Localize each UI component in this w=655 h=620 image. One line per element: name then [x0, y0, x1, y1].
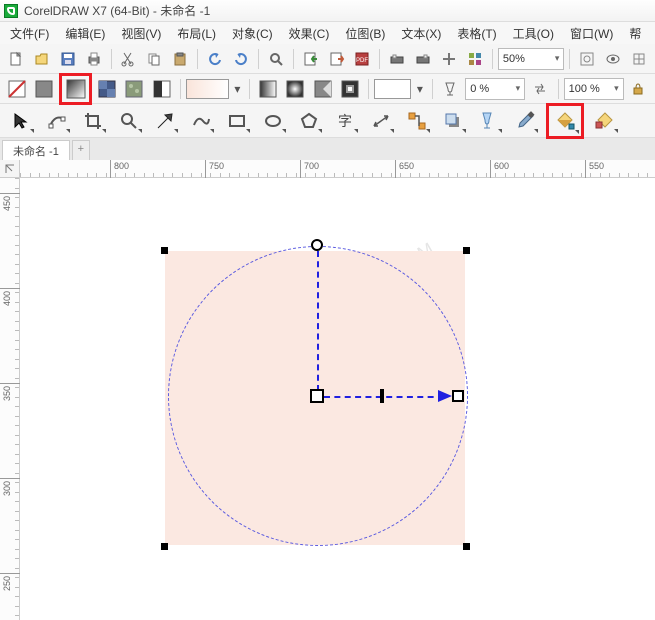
menu-table[interactable]: 表格(T)	[451, 23, 502, 44]
grad-radial-button[interactable]	[283, 77, 308, 101]
wine-glass-icon	[438, 77, 463, 101]
sel-handle-tl[interactable]	[161, 247, 168, 254]
menu-edit[interactable]: 编辑(E)	[59, 23, 111, 44]
sel-handle-br[interactable]	[463, 543, 470, 550]
snap2-button[interactable]	[411, 47, 435, 71]
copy-button[interactable]	[142, 47, 166, 71]
zoom-tool[interactable]	[114, 107, 144, 135]
toolbox: 字	[0, 104, 655, 138]
menu-view[interactable]: 视图(V)	[115, 23, 167, 44]
lock-icon[interactable]	[626, 77, 651, 101]
freehand-tool[interactable]	[150, 107, 180, 135]
svg-text:字: 字	[338, 113, 352, 129]
gradient-end-handle[interactable]	[452, 390, 464, 402]
fountain-fill-button[interactable]	[59, 73, 92, 105]
menu-tools[interactable]: 工具(O)	[507, 23, 560, 44]
color-eyedropper-tool[interactable]	[510, 107, 540, 135]
gradient-mid-handle[interactable]	[380, 389, 384, 403]
sel-handle-bl[interactable]	[161, 543, 168, 550]
texture-fill-button[interactable]	[122, 77, 147, 101]
polygon-tool[interactable]	[294, 107, 324, 135]
publish-pdf-button[interactable]: PDF	[351, 47, 375, 71]
export-button[interactable]	[325, 47, 349, 71]
ruler-origin[interactable]	[0, 160, 20, 178]
shape-tool[interactable]	[42, 107, 72, 135]
snap-menu-button[interactable]	[575, 47, 599, 71]
pick-tool[interactable]	[6, 107, 36, 135]
tab-add[interactable]: +	[72, 140, 90, 160]
parallel-dim-tool[interactable]	[366, 107, 396, 135]
end-color-well[interactable]	[374, 79, 411, 99]
opacity-combo[interactable]: 0 %	[465, 78, 525, 100]
paste-button[interactable]	[168, 47, 192, 71]
sel-handle-tr[interactable]	[463, 247, 470, 254]
ruler-vertical[interactable]: 450 400 350 300 250	[0, 178, 20, 620]
smart-fill-tool[interactable]	[590, 107, 620, 135]
gradient-start-handle[interactable]	[310, 389, 324, 403]
open-button[interactable]	[30, 47, 54, 71]
crop-tool[interactable]	[78, 107, 108, 135]
swap-icon[interactable]	[527, 77, 552, 101]
menu-layout[interactable]: 布局(L)	[171, 23, 222, 44]
percent-combo[interactable]: 100 %	[564, 78, 624, 100]
menu-help[interactable]: 帮	[623, 23, 647, 44]
text-tool[interactable]: 字	[330, 107, 360, 135]
menubar: 文件(F) 编辑(E) 视图(V) 布局(L) 对象(C) 效果(C) 位图(B…	[0, 22, 655, 44]
property-bar: ▾ ▾ 0 % 100 %	[0, 74, 655, 104]
new-button[interactable]	[4, 47, 28, 71]
tab-document-1[interactable]: 未命名 -1	[2, 140, 70, 160]
gradient-vert-line	[317, 251, 319, 391]
view-button[interactable]	[601, 47, 625, 71]
drop-shadow-tool[interactable]	[438, 107, 468, 135]
menu-object[interactable]: 对象(C)	[226, 23, 279, 44]
zoom-combo[interactable]: 50%	[498, 48, 565, 70]
connector-tool[interactable]	[402, 107, 432, 135]
import-button[interactable]	[299, 47, 323, 71]
svg-text:PDF: PDF	[356, 58, 368, 64]
grad-linear-button[interactable]	[255, 77, 280, 101]
canvas[interactable]: 软件自学网 WWW.RJZXW.COM	[20, 178, 655, 620]
postscript-fill-button[interactable]	[149, 77, 174, 101]
extra-button[interactable]	[627, 47, 651, 71]
document-tabs: 未命名 -1 +	[0, 138, 655, 160]
print-button[interactable]	[82, 47, 106, 71]
save-button[interactable]	[56, 47, 80, 71]
options-button[interactable]	[437, 47, 461, 71]
redo-button[interactable]	[229, 47, 253, 71]
cut-button[interactable]	[117, 47, 141, 71]
end-color-dropdown[interactable]: ▾	[413, 77, 427, 101]
gradient-arrow-line	[324, 396, 444, 398]
grad-conical-button[interactable]	[310, 77, 335, 101]
uniform-fill-button[interactable]	[31, 77, 56, 101]
no-fill-button[interactable]	[4, 77, 29, 101]
undo-button[interactable]	[203, 47, 227, 71]
pattern-fill-button[interactable]	[94, 77, 119, 101]
workspace: 800 750 700 650 600 550 450 400 350 300 …	[0, 160, 655, 620]
grad-square-button[interactable]	[338, 77, 363, 101]
fill-color-well[interactable]	[186, 79, 229, 99]
rectangle-tool[interactable]	[222, 107, 252, 135]
color-picker-dropdown[interactable]: ▾	[231, 77, 245, 101]
gradient-top-handle[interactable]	[311, 239, 323, 251]
snap1-button[interactable]	[385, 47, 409, 71]
ellipse-tool[interactable]	[258, 107, 288, 135]
menu-file[interactable]: 文件(F)	[4, 23, 55, 44]
window-title: CorelDRAW X7 (64-Bit) - 未命名 -1	[24, 2, 210, 19]
menu-bitmap[interactable]: 位图(B)	[339, 23, 391, 44]
titlebar: CorelDRAW X7 (64-Bit) - 未命名 -1	[0, 0, 655, 22]
smart-draw-tool[interactable]	[186, 107, 216, 135]
app-launcher-button[interactable]	[463, 47, 487, 71]
standard-toolbar: PDF 50%	[0, 44, 655, 74]
menu-text[interactable]: 文本(X)	[395, 23, 447, 44]
app-logo-icon	[4, 4, 18, 18]
interactive-fill-tool[interactable]	[546, 103, 584, 139]
transparency-tool[interactable]	[474, 107, 504, 135]
search-button[interactable]	[264, 47, 288, 71]
menu-window[interactable]: 窗口(W)	[564, 23, 619, 44]
ruler-horizontal[interactable]: 800 750 700 650 600 550	[20, 160, 655, 178]
menu-effects[interactable]: 效果(C)	[283, 23, 336, 44]
gradient-arrow-head	[438, 390, 452, 402]
